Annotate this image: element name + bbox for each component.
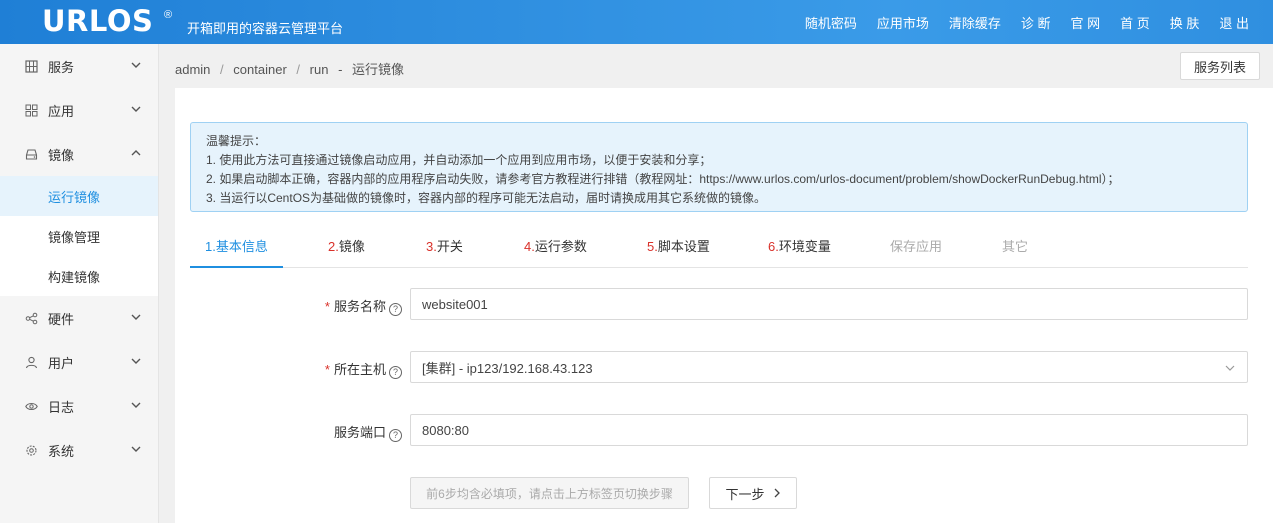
nav-official-site[interactable]: 官 网: [1061, 13, 1111, 32]
tab-save-app[interactable]: 保存应用: [890, 229, 942, 268]
port-row: 服务端口? 8080:80: [175, 414, 1273, 446]
sidebar-item-label: 日志: [48, 399, 75, 415]
breadcrumb-container[interactable]: container: [233, 62, 286, 77]
header-slogan: 开箱即用的容器云管理平台: [187, 21, 344, 36]
sidebar-item-label: 系统: [48, 443, 75, 459]
chevron-down-icon: [131, 62, 141, 68]
step-tabs: 1.基本信息 2.镜像 3.开关 4.运行参数 5.脚本设置 6.环境变量 保存…: [190, 229, 1248, 268]
next-step-button[interactable]: 下一步: [709, 477, 797, 509]
urlos-logo[interactable]: URLOS: [42, 4, 153, 38]
chevron-down-icon: [131, 402, 141, 408]
help-icon[interactable]: ?: [389, 366, 402, 379]
nav-diagnose[interactable]: 诊 断: [1011, 13, 1061, 32]
disk-icon: [24, 147, 38, 161]
nav-logout[interactable]: 退 出: [1209, 13, 1273, 32]
breadcrumb-dash: -: [338, 62, 343, 77]
chevron-up-icon: [131, 150, 141, 156]
nav-random-password[interactable]: 随机密码: [795, 13, 867, 32]
chevron-down-icon: [131, 358, 141, 364]
sidebar-item-system[interactable]: 系统: [0, 428, 158, 472]
port-label: 服务端口?: [334, 422, 402, 442]
sidebar-item-service[interactable]: 服务: [0, 44, 158, 88]
breadcrumb-bar: admin / container / run - 运行镜像 服务列表: [160, 44, 1273, 88]
next-step-label: 下一步: [725, 486, 765, 502]
service-name-row: * 服务名称? website001: [175, 288, 1273, 320]
gear-icon: [24, 443, 38, 457]
nav-home[interactable]: 首 页: [1110, 13, 1160, 32]
tab-run-params[interactable]: 4.运行参数: [524, 229, 587, 268]
sidebar-item-label: 服务: [48, 59, 75, 75]
service-list-button[interactable]: 服务列表: [1180, 52, 1260, 80]
sidebar-item-users[interactable]: 用户: [0, 340, 158, 384]
sidebar-subitem-run-image[interactable]: 运行镜像: [0, 176, 158, 216]
nav-change-skin[interactable]: 换 肤: [1160, 13, 1210, 32]
tab-env-vars[interactable]: 6.环境变量: [768, 229, 831, 268]
breadcrumb-separator: /: [220, 62, 224, 77]
chevron-down-icon: [1225, 365, 1235, 371]
tip-line: 1. 使用此方法可直接通过镜像启动应用，并自动添加一个应用到应用市场，以便于安装…: [206, 153, 712, 167]
sidebar-item-images[interactable]: 镜像: [0, 132, 158, 176]
chevron-right-icon: [774, 488, 780, 498]
registered-mark: ®: [164, 9, 173, 21]
tab-switch[interactable]: 3.开关: [426, 229, 463, 268]
port-input[interactable]: 8080:80: [410, 414, 1248, 446]
nav-app-market[interactable]: 应用市场: [867, 13, 939, 32]
sidebar-item-logs[interactable]: 日志: [0, 384, 158, 428]
tip-line: 3. 当运行以CentOS为基础做的镜像时，容器内部的程序可能无法启动，届时请换…: [206, 191, 767, 205]
tab-script-settings[interactable]: 5.脚本设置: [647, 229, 710, 268]
images-submenu: 运行镜像 镜像管理 构建镜像: [0, 176, 158, 296]
sidebar-subitem-image-manage[interactable]: 镜像管理: [0, 216, 158, 256]
host-select-value: [集群] - ip123/192.168.43.123: [422, 360, 593, 376]
required-steps-hint-button: 前6步均含必填项，请点击上方标签页切换步骤: [410, 477, 689, 509]
top-header: URLOS ® 开箱即用的容器云管理平台 随机密码 应用市场 清除缓存 诊 断 …: [0, 0, 1273, 44]
tip-line: 2. 如果启动脚本正确，容器内部的应用程序启动失败，请参考官方教程进行排错（教程…: [206, 172, 1120, 186]
help-icon[interactable]: ?: [389, 429, 402, 442]
chevron-down-icon: [131, 446, 141, 452]
breadcrumb-current: 运行镜像: [352, 62, 405, 77]
share-icon: [24, 311, 38, 325]
service-name-label: * 服务名称?: [325, 296, 402, 316]
sidebar: 服务 应用 镜像 运行镜像 镜像管理 构建镜像 硬件 用户 日志 系统: [0, 44, 159, 523]
apps-icon: [24, 103, 38, 117]
tip-box: 温馨提示： 1. 使用此方法可直接通过镜像启动应用，并自动添加一个应用到应用市场…: [190, 122, 1248, 212]
top-nav: 随机密码 应用市场 清除缓存 诊 断 官 网 首 页 换 肤 退 出: [795, 0, 1273, 44]
host-row: * 所在主机? [集群] - ip123/192.168.43.123: [175, 351, 1273, 383]
host-select[interactable]: [集群] - ip123/192.168.43.123: [410, 351, 1248, 383]
help-icon[interactable]: ?: [389, 303, 402, 316]
grid-icon: [24, 59, 38, 73]
sidebar-item-label: 用户: [48, 355, 75, 371]
chevron-down-icon: [131, 106, 141, 112]
tip-title: 温馨提示：: [206, 134, 267, 148]
sidebar-item-hardware[interactable]: 硬件: [0, 296, 158, 340]
tab-other[interactable]: 其它: [1002, 229, 1028, 268]
service-name-input[interactable]: website001: [410, 288, 1248, 320]
breadcrumb-admin[interactable]: admin: [175, 62, 210, 77]
eye-icon: [24, 399, 38, 413]
main-panel: 温馨提示： 1. 使用此方法可直接通过镜像启动应用，并自动添加一个应用到应用市场…: [175, 88, 1273, 523]
nav-clear-cache[interactable]: 清除缓存: [939, 13, 1011, 32]
sidebar-item-label: 应用: [48, 103, 75, 119]
host-label: * 所在主机?: [325, 359, 402, 379]
breadcrumb: admin / container / run - 运行镜像: [175, 59, 410, 78]
tab-basic-info[interactable]: 1.基本信息: [190, 229, 283, 268]
sidebar-subitem-build-image[interactable]: 构建镜像: [0, 256, 158, 296]
breadcrumb-run[interactable]: run: [310, 62, 329, 77]
sidebar-item-apps[interactable]: 应用: [0, 88, 158, 132]
tab-image[interactable]: 2.镜像: [328, 229, 365, 268]
breadcrumb-separator: /: [296, 62, 301, 77]
user-icon: [24, 355, 38, 369]
chevron-down-icon: [131, 314, 141, 320]
sidebar-item-label: 硬件: [48, 311, 75, 327]
sidebar-item-label: 镜像: [48, 147, 75, 163]
